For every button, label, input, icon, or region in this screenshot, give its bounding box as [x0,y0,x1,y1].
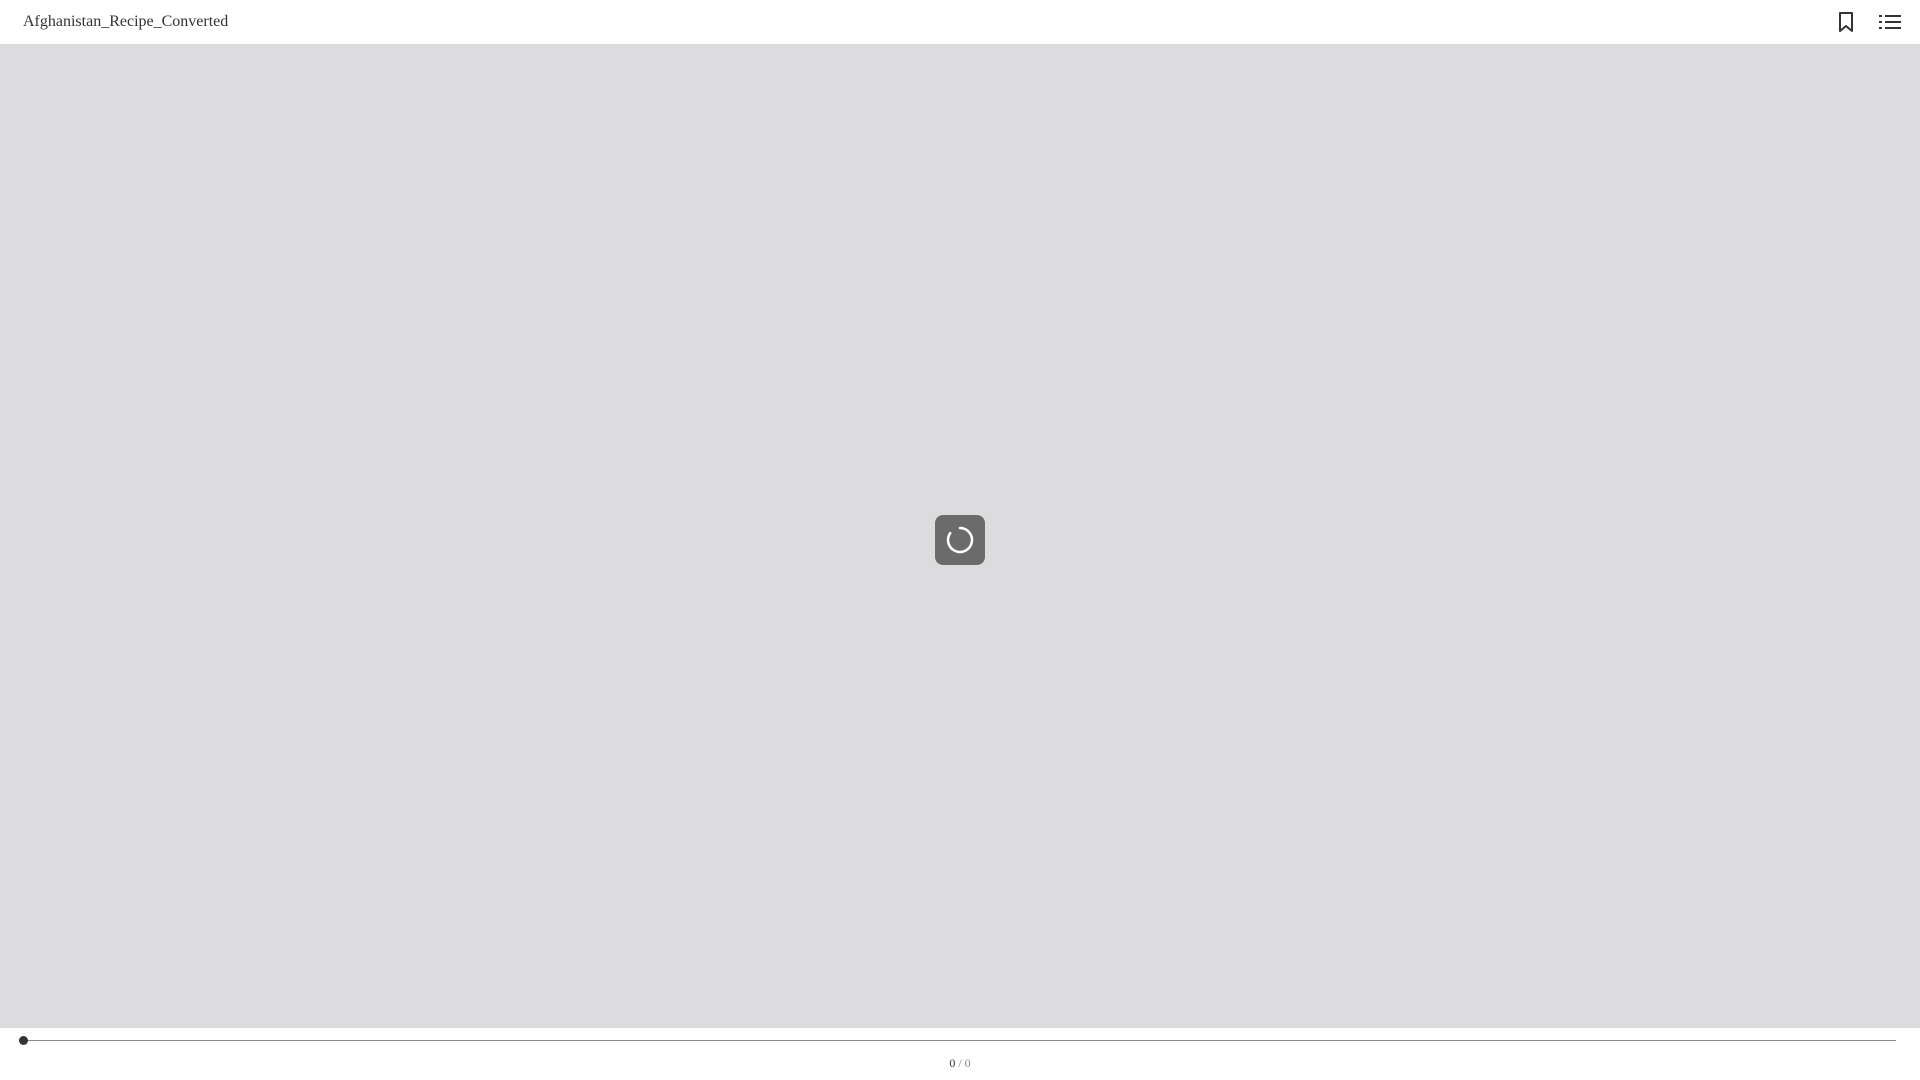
bookmark-icon [1839,12,1853,32]
current-page-number: 0 [949,1056,956,1070]
bookmark-button[interactable] [1824,0,1868,44]
toolbar-actions [1824,0,1920,44]
total-page-count: 0 [964,1056,971,1070]
document-viewer [0,44,1920,1028]
list-icon [1879,15,1901,29]
table-of-contents-button[interactable] [1868,0,1912,44]
document-title: Afghanistan_Recipe_Converted [23,13,229,30]
page-slider-handle[interactable] [18,1036,28,1045]
page-slider-track[interactable] [23,1040,1896,1041]
page-separator: / [958,1056,962,1070]
spinner-icon [946,526,974,554]
page-counter: 0 / 0 [0,1055,1920,1071]
bottom-toolbar: 0 / 0 [0,1028,1920,1080]
loading-indicator [935,515,985,565]
top-toolbar: Afghanistan_Recipe_Converted [0,0,1920,44]
